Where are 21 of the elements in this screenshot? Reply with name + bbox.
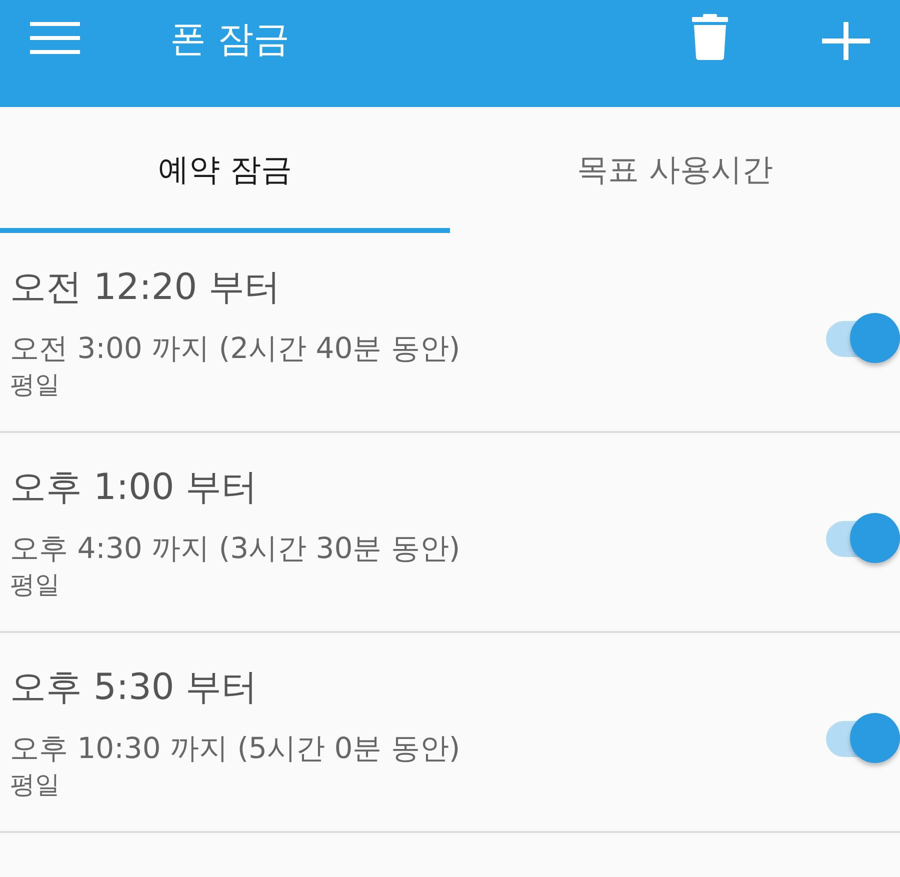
tab[interactable]: 목표 사용시간 (450, 107, 900, 233)
end-time: 오전 3:00 까지 (2시간 40분 동안) (10, 330, 460, 367)
toggle-switch[interactable] (826, 311, 900, 365)
delete-button[interactable] (692, 14, 728, 60)
end-time: 오후 4:30 까지 (3시간 30분 동안) (10, 530, 460, 567)
app-title: 폰 잠금 (170, 18, 290, 62)
menu-button[interactable] (30, 22, 80, 54)
toggle-switch[interactable] (826, 511, 900, 565)
start-time: 오전 12:20 부터 (10, 266, 282, 310)
repeat-days: 평일 (10, 568, 460, 602)
repeat-days: 평일 (10, 768, 460, 802)
tab[interactable]: 예약 잠금 (0, 107, 450, 233)
menu-icon (30, 22, 80, 54)
trash-icon (692, 14, 728, 60)
repeat-days: 평일 (10, 368, 460, 402)
add-button[interactable] (822, 22, 870, 60)
toggle-switch[interactable] (826, 711, 900, 765)
start-time: 오후 1:00 부터 (10, 466, 259, 510)
add-icon (822, 22, 870, 60)
start-time: 오후 5:30 부터 (10, 666, 259, 710)
end-time: 오후 10:30 까지 (5시간 0분 동안) (10, 730, 460, 767)
